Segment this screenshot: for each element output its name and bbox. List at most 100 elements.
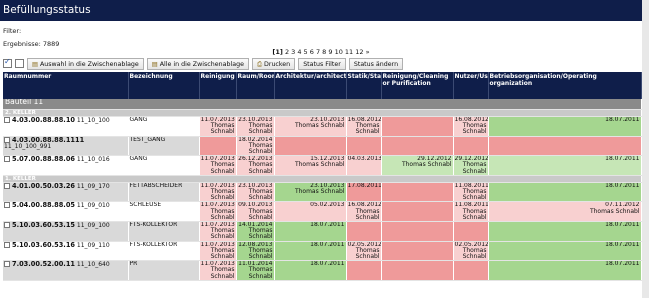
row-checkbox[interactable] (4, 182, 10, 189)
status-cell[interactable] (346, 136, 382, 157)
status-cell[interactable]: 26.12.2013 Thomas Schnabl (236, 155, 275, 176)
status-cell[interactable]: 12.08.2013 Thomas Schnabl (236, 241, 275, 262)
status-cell[interactable]: 18.02.2014 Thomas Schnabl (236, 136, 275, 157)
room-number[interactable]: 5.10.03.60.53.16 (12, 241, 75, 249)
column-header[interactable]: Reinigung/Cleaning or Purification (381, 72, 454, 99)
table-row[interactable]: 4.03.00.88.88.1111 11_10_100_991 TEST_GAN… (3, 136, 642, 157)
copy-selection-button[interactable]: ▤ Auswahl in die Zwischenablage (27, 57, 144, 70)
status-cell[interactable]: 11.08.2011 Thomas Schnabl (453, 201, 489, 223)
table-row[interactable]: 5.10.03.60.53.16 11_09_110 FTS-KOLLEKTOR 1… (3, 241, 642, 262)
status-cell[interactable]: 18.07.2011 (488, 241, 642, 262)
column-header[interactable]: Raumnummer (3, 72, 129, 99)
status-cell[interactable]: 23.10.2013 Thomas Schnabl (274, 182, 347, 203)
status-cell[interactable]: 02.05.2012 Thomas Schnabl (453, 241, 489, 262)
column-header[interactable]: Raum/Room (236, 72, 275, 99)
status-cell[interactable] (381, 221, 454, 242)
status-cell[interactable]: 14.01.2014 Thomas Schnabl (236, 221, 275, 242)
room-number[interactable]: 5.07.00.88.88.06 (12, 156, 75, 164)
status-cell[interactable]: 29.12.2012 Thomas Schnabl (453, 155, 489, 176)
table-row[interactable]: 4.01.00.50.03.26 11_09_170 FETTABSCHEIDER… (3, 182, 642, 203)
room-number[interactable]: 4.01.00.50.03.26 (12, 182, 75, 190)
status-cell[interactable]: 11.01.2014 Thomas Schnabl (236, 260, 275, 281)
room-number[interactable]: 4.03.00.88.88.10 (12, 117, 75, 125)
table-row[interactable]: 5.04.00.88.88.05 11_09_010 SCHLEUSE 11.07.… (3, 201, 642, 223)
status-cell[interactable] (381, 241, 454, 262)
room-number[interactable]: 5.04.00.88.88.05 (12, 202, 75, 210)
column-header[interactable]: Statik/Statics (346, 72, 382, 99)
status-cell[interactable]: 23.10.2013 Thomas Schnabl (236, 116, 275, 137)
page-current[interactable]: [1] (272, 48, 282, 56)
status-cell[interactable] (488, 136, 642, 157)
column-header[interactable]: Betriebsorganisation/Operating organizat… (488, 72, 642, 99)
room-number[interactable]: 5.10.03.60.53.15 (12, 222, 75, 230)
status-change-button[interactable]: Status ändern (348, 57, 404, 70)
status-cell[interactable]: 23.10.2013 Thomas Schnabl (236, 182, 275, 203)
status-cell[interactable]: 11.07.2013 Thomas Schnabl (199, 116, 237, 137)
status-cell[interactable]: 02.05.2012 Thomas Schnabl (346, 241, 382, 262)
status-cell[interactable]: 11.07.2013 Thomas Schnabl (199, 155, 237, 176)
status-cell[interactable]: 11.07.2013 Thomas Schnabl (199, 201, 237, 223)
status-cell[interactable]: 18.07.2011 (274, 221, 347, 242)
status-cell[interactable]: 18.07.2011 (274, 241, 347, 262)
status-cell[interactable] (381, 136, 454, 157)
status-cell[interactable]: 15.12.2013 Thomas Schnabl (274, 155, 347, 176)
status-cell[interactable] (381, 260, 454, 281)
status-cell[interactable]: 16.08.2012 Thomas Schnabl (346, 201, 382, 223)
row-checkbox[interactable] (4, 261, 10, 268)
status-cell[interactable]: 11.07.2013 Thomas Schnabl (199, 260, 237, 281)
row-checkbox[interactable] (4, 202, 10, 209)
status-cell[interactable] (199, 136, 237, 157)
status-cell[interactable] (381, 182, 454, 203)
row-checkbox[interactable] (4, 156, 10, 163)
status-cell[interactable]: 17.08.2011 (346, 182, 382, 203)
status-cell[interactable]: 16.08.2012 Thomas Schnabl (453, 116, 489, 137)
table-row[interactable]: 5.10.03.60.53.15 11_09_100 FTS-KOLLEKTOR 1… (3, 221, 642, 242)
status-cell[interactable] (381, 116, 454, 137)
table-row[interactable]: 7.03.00.52.00.11 11_10_640 PR 11.07.2013 Th… (3, 260, 642, 281)
next-page-icon[interactable]: » (366, 48, 370, 56)
status-cell[interactable]: 04.03.2013 (346, 155, 382, 176)
status-cell[interactable] (381, 201, 454, 223)
page-links[interactable]: 2 3 4 5 6 7 8 9 10 11 12 (285, 48, 364, 56)
status-cell[interactable]: 05.02.2013 (274, 201, 347, 223)
select-all-checkbox[interactable] (3, 57, 12, 68)
row-checkbox[interactable] (4, 241, 10, 248)
status-cell[interactable]: 18.07.2011 (488, 155, 642, 176)
print-button[interactable]: ⎙ Drucken (251, 57, 296, 70)
status-cell[interactable] (346, 260, 382, 281)
status-cell[interactable]: 07.11.2012 Thomas Schnabl (488, 201, 642, 223)
row-checkbox[interactable] (4, 222, 10, 229)
status-cell[interactable]: 11.07.2013 Thomas Schnabl (199, 241, 237, 262)
status-cell[interactable]: 23.10.2013 Thomas Schnabl (274, 116, 347, 137)
status-cell[interactable]: 11.07.2013 Thomas Schnabl (199, 182, 237, 203)
status-cell[interactable]: 09.10.2013 Thomas Schnabl (236, 201, 275, 223)
table-row[interactable]: 4.03.00.88.88.10 11_10_100 GANG 11.07.2013… (3, 116, 642, 137)
row-checkbox[interactable] (4, 117, 10, 123)
status-filter-button[interactable]: Status Filter (298, 57, 346, 70)
column-header[interactable]: Nutzer/User (453, 72, 489, 99)
status-cell[interactable] (453, 136, 489, 157)
status-cell[interactable]: 16.08.2012 Thomas Schnabl (346, 116, 382, 137)
status-cell[interactable]: 29.12.2012 Thomas Schnabl (381, 155, 454, 176)
status-cell[interactable]: 11.07.2013 Thomas Schnabl (199, 221, 237, 242)
deselect-checkbox[interactable] (15, 59, 24, 68)
row-checkbox[interactable] (4, 136, 10, 143)
column-header[interactable]: Bezeichnung (128, 72, 200, 99)
column-header[interactable]: Architektur/architecture (274, 72, 347, 99)
printer-icon: ⎙ (256, 60, 262, 68)
status-cell[interactable]: 18.07.2011 (488, 221, 642, 242)
column-header[interactable]: Reinigung (199, 72, 237, 99)
status-cell[interactable] (274, 136, 347, 157)
status-cell[interactable] (453, 221, 489, 242)
status-cell[interactable]: 18.07.2011 (488, 260, 642, 281)
status-cell[interactable]: 11.08.2011 Thomas Schnabl (453, 182, 489, 203)
table-row[interactable]: 5.07.00.88.88.06 11_10_016 GANG 11.07.2013… (3, 155, 642, 176)
status-cell[interactable]: 18.07.2011 (488, 182, 642, 203)
scrollbar[interactable] (642, 0, 649, 298)
copy-all-button[interactable]: ▤ Alle in die Zwischenablage (146, 57, 249, 70)
status-cell[interactable] (346, 221, 382, 242)
status-cell[interactable]: 18.07.2011 (274, 260, 347, 281)
status-cell[interactable] (453, 260, 489, 281)
room-number[interactable]: 7.03.00.52.00.11 (12, 261, 75, 269)
status-cell[interactable]: 18.07.2011 (488, 116, 642, 137)
